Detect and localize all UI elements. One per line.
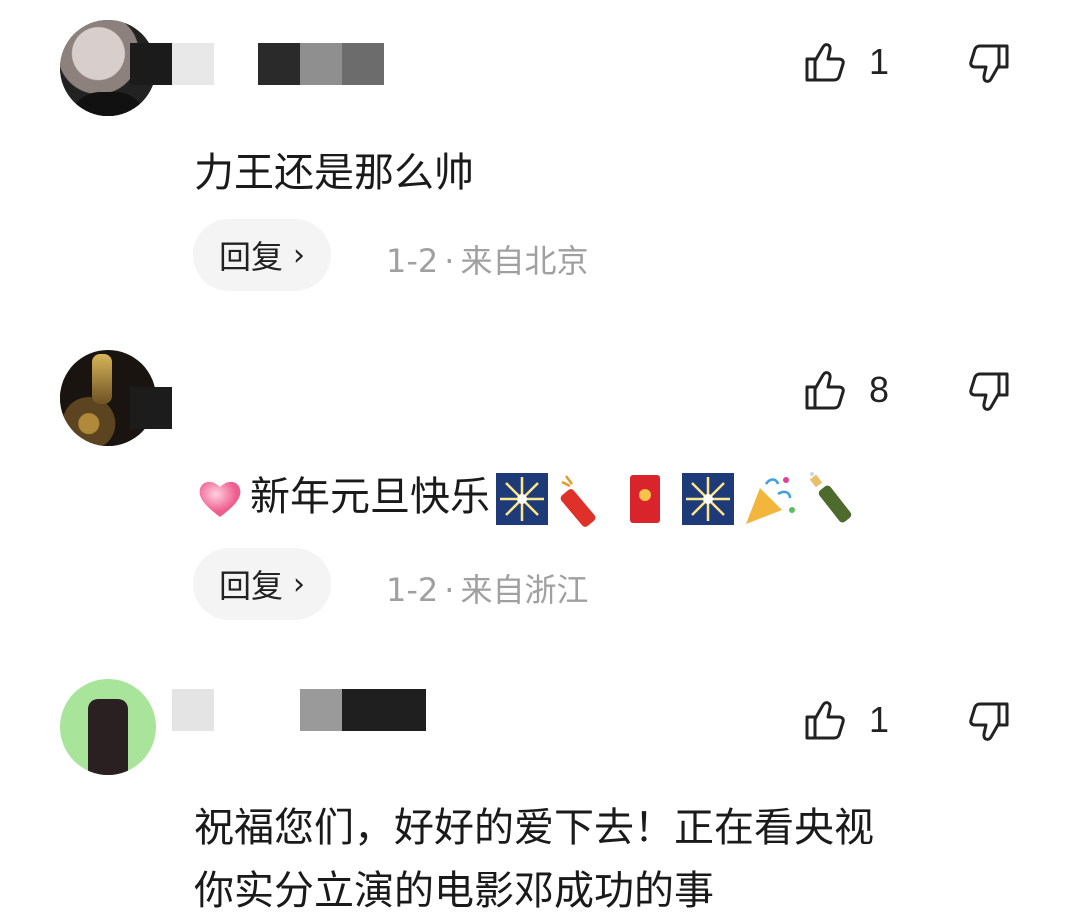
party-popper-emoji-icon — [746, 477, 795, 524]
comment-meta: 1-2 · 来自浙江 — [386, 565, 588, 611]
meta-separator: · — [444, 571, 455, 609]
comment-date: 1-2 — [386, 242, 439, 280]
like-count: 1 — [868, 699, 889, 740]
meta-separator: · — [444, 242, 455, 280]
chevron-right-icon: › — [293, 566, 306, 602]
comment-text-line2: 你实分立演的电影邓成功的事 — [194, 858, 714, 916]
username-mosaic[interactable] — [172, 689, 214, 731]
pink-heart-emoji-icon — [199, 481, 241, 517]
thumbs-up-icon — [805, 701, 845, 740]
username-mosaic[interactable] — [130, 43, 214, 85]
thumbs-down-icon — [969, 372, 1009, 411]
comment-text-row: 新年元旦快乐 — [194, 464, 862, 528]
comment-location: 来自浙江 — [460, 571, 589, 609]
comment-text: 祝福您们，好好的爱下去！正在看央视 — [194, 805, 874, 851]
thumbs-down-icon — [969, 702, 1009, 741]
thumbs-up-icon — [805, 371, 845, 410]
username-mosaic[interactable] — [300, 689, 426, 731]
thumbs-up-icon — [805, 43, 845, 82]
chevron-right-icon: › — [293, 237, 306, 273]
dislike-button[interactable] — [967, 370, 1011, 414]
firecracker-emoji-icon — [560, 475, 596, 527]
reply-button[interactable]: 回复 › — [193, 548, 332, 620]
fireworks-emoji-icon — [682, 473, 734, 525]
comment-text: 力王还是那么帅 — [194, 150, 474, 196]
comment-meta: 1-2 · 来自北京 — [386, 236, 588, 282]
like-button[interactable]: 8 — [803, 368, 889, 412]
red-envelope-emoji-icon — [630, 475, 660, 523]
dislike-button[interactable] — [967, 700, 1011, 744]
like-count: 1 — [868, 41, 889, 82]
reply-label: 回复 — [219, 238, 284, 276]
reply-button[interactable]: 回复 › — [193, 219, 332, 291]
comment-text: 新年元旦快乐 — [250, 474, 490, 520]
username-mosaic[interactable] — [258, 43, 384, 85]
champagne-emoji-icon — [809, 472, 852, 523]
fireworks-emoji-icon — [496, 473, 548, 525]
comment-text-continuation: 你实分立演的电影邓成功的事 — [194, 868, 714, 914]
like-button[interactable]: 1 — [803, 40, 889, 84]
like-button[interactable]: 1 — [803, 698, 889, 742]
like-count: 8 — [868, 369, 889, 410]
reply-label: 回复 — [219, 567, 284, 605]
comment-date: 1-2 — [386, 571, 439, 609]
thumbs-down-icon — [969, 44, 1009, 83]
dislike-button[interactable] — [967, 42, 1011, 86]
avatar[interactable] — [60, 679, 156, 775]
comment-location: 来自北京 — [460, 242, 589, 280]
username-mosaic[interactable] — [130, 387, 172, 429]
